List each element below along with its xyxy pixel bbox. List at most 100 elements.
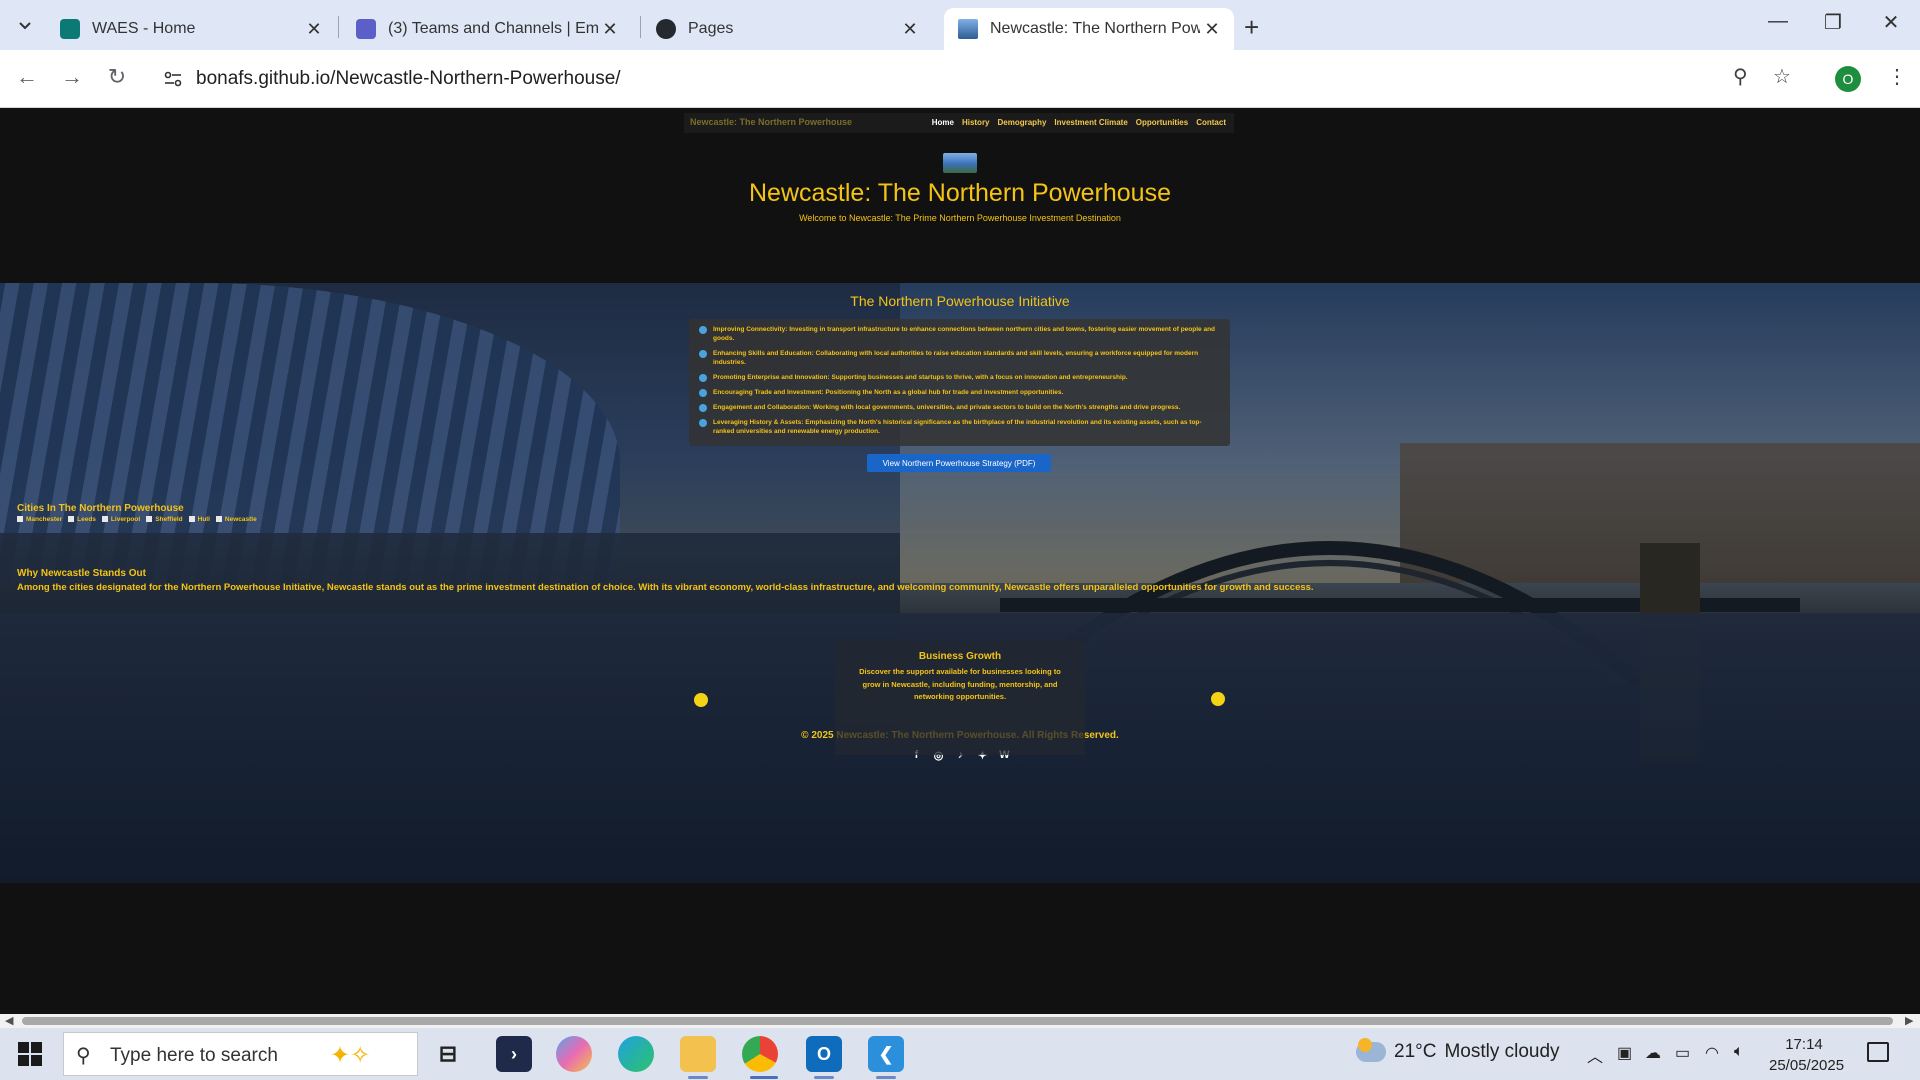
newcastle-quayside-background: The Northern Powerhouse Initiative Impro… bbox=[0, 283, 1920, 883]
copilot-icon[interactable] bbox=[556, 1036, 592, 1072]
file-explorer-icon[interactable] bbox=[680, 1036, 716, 1072]
close-tab-icon[interactable]: ✕ bbox=[304, 19, 324, 40]
chevron-up-icon[interactable]: ︿ bbox=[1587, 1043, 1603, 1067]
page-subtitle: Welcome to Newcastle: The Prime Northern… bbox=[799, 213, 1121, 223]
wifi-icon[interactable]: ◠ bbox=[1705, 1043, 1719, 1063]
address-bar[interactable]: bonafs.github.io/Newcastle-Northern-Powe… bbox=[152, 57, 1782, 101]
tab-teams[interactable]: (3) Teams and Channels | Emplo ✕ bbox=[342, 8, 632, 50]
city-item: Leeds bbox=[68, 516, 96, 523]
running-indicator bbox=[688, 1076, 708, 1079]
notification-icon[interactable] bbox=[1867, 1042, 1889, 1062]
zoom-icon[interactable]: ⚲ bbox=[1733, 64, 1748, 89]
weather-widget[interactable]: 21°C Mostly cloudy bbox=[1356, 1038, 1560, 1063]
site-navbar: Newcastle: The Northern Powerhouse Home … bbox=[684, 113, 1234, 133]
weather-desc: Mostly cloudy bbox=[1444, 1041, 1560, 1062]
volume-icon[interactable]: 🔈︎ bbox=[1734, 1043, 1744, 1061]
chrome-icon[interactable] bbox=[742, 1036, 778, 1072]
meet-now-icon[interactable]: ▣ bbox=[1617, 1043, 1632, 1063]
city-item: Newcastle bbox=[215, 516, 257, 523]
hero-logo-image bbox=[943, 153, 977, 173]
task-view-icon[interactable]: ⊟ bbox=[430, 1036, 466, 1072]
list-item: Enhancing Skills and Education: Collabor… bbox=[699, 349, 1220, 367]
city-name: Manchester bbox=[26, 516, 63, 523]
new-tab-button[interactable]: + bbox=[1244, 12, 1259, 43]
active-indicator bbox=[750, 1076, 778, 1079]
tab-separator bbox=[338, 16, 339, 38]
scroll-left-icon[interactable]: ◀ bbox=[5, 1014, 13, 1027]
bookmark-star-icon[interactable]: ☆ bbox=[1773, 64, 1791, 89]
minimize-icon[interactable]: — bbox=[1763, 10, 1793, 33]
nav-link-home[interactable]: Home bbox=[932, 118, 954, 127]
close-tab-icon[interactable]: ✕ bbox=[1202, 19, 1222, 40]
taskbar-search[interactable]: ⚲ Type here to search ✦✧ bbox=[63, 1032, 418, 1076]
restore-icon[interactable]: ❐ bbox=[1818, 10, 1848, 35]
city-item: Liverpool bbox=[101, 516, 141, 523]
globe-icon bbox=[699, 419, 707, 427]
tab-pages[interactable]: Pages ✕ bbox=[642, 8, 932, 50]
why-heading: Why Newcastle Stands Out bbox=[17, 568, 146, 579]
scrollbar-thumb[interactable] bbox=[22, 1017, 1893, 1025]
cities-list: Manchester Leeds Liverpool Sheffield Hul… bbox=[17, 516, 257, 523]
city-item: Hull bbox=[188, 516, 210, 523]
horizontal-scrollbar[interactable]: ◀ ▶ bbox=[0, 1014, 1920, 1028]
tab-title: Pages bbox=[688, 20, 734, 37]
globe-icon bbox=[699, 326, 707, 334]
menu-kebab-icon[interactable]: ⋮ bbox=[1887, 64, 1907, 89]
business-growth-card[interactable]: Business Growth Discover the support ava… bbox=[835, 641, 1085, 755]
flag-icon bbox=[68, 516, 75, 522]
tab-search-button[interactable] bbox=[12, 13, 38, 39]
search-placeholder: Type here to search bbox=[110, 1045, 278, 1066]
list-item-text: Improving Connectivity: Investing in tra… bbox=[713, 326, 1216, 342]
site-favicon bbox=[958, 19, 978, 39]
forward-icon[interactable]: → bbox=[57, 64, 87, 90]
list-item: Engagement and Collaboration: Working wi… bbox=[699, 403, 1220, 412]
list-item-text: Enhancing Skills and Education: Collabor… bbox=[713, 350, 1199, 366]
nav-link-demography[interactable]: Demography bbox=[998, 118, 1047, 127]
carousel-next-dot[interactable] bbox=[1211, 692, 1225, 706]
close-tab-icon[interactable]: ✕ bbox=[600, 19, 620, 40]
card-text: Discover the support available for busin… bbox=[859, 667, 1061, 701]
nav-link-history[interactable]: History bbox=[962, 118, 990, 127]
view-strategy-pdf-button[interactable]: View Northern Powerhouse Strategy (PDF) bbox=[867, 454, 1051, 472]
globe-icon bbox=[699, 389, 707, 397]
cities-heading: Cities In The Northern Powerhouse bbox=[17, 503, 184, 514]
card-title: Business Growth bbox=[918, 651, 1002, 662]
tab-newcastle[interactable]: Newcastle: The Northern Power ✕ bbox=[944, 8, 1234, 50]
github-icon bbox=[656, 19, 676, 39]
tab-title: WAES - Home bbox=[92, 20, 196, 37]
powershell-icon[interactable]: › bbox=[496, 1036, 532, 1072]
site-brand[interactable]: Newcastle: The Northern Powerhouse bbox=[690, 117, 852, 127]
nav-link-investment-climate[interactable]: Investment Climate bbox=[1054, 118, 1127, 127]
flag-icon bbox=[188, 516, 195, 522]
why-paragraph: Among the cities designated for the Nort… bbox=[17, 582, 1314, 593]
scroll-right-icon[interactable]: ▶ bbox=[1905, 1014, 1913, 1027]
onedrive-icon[interactable]: ☁ bbox=[1645, 1043, 1661, 1063]
close-window-icon[interactable]: ✕ bbox=[1876, 10, 1906, 35]
city-name: Hull bbox=[197, 516, 210, 523]
globe-icon bbox=[699, 404, 707, 412]
battery-icon[interactable]: ▭ bbox=[1675, 1043, 1690, 1063]
carousel-prev-dot[interactable] bbox=[694, 693, 708, 707]
windows-taskbar: ⚲ Type here to search ✦✧ ⊟ › O ❮ 21°C Mo… bbox=[0, 1028, 1920, 1080]
city-name: Liverpool bbox=[110, 516, 141, 523]
sharepoint-icon bbox=[60, 19, 80, 39]
flag-icon bbox=[17, 516, 23, 522]
nav-link-contact[interactable]: Contact bbox=[1196, 118, 1226, 127]
windows-start-icon[interactable] bbox=[18, 1042, 42, 1066]
edge-icon[interactable] bbox=[618, 1036, 654, 1072]
list-item-text: Leveraging History & Assets: Emphasizing… bbox=[713, 419, 1202, 435]
vscode-icon[interactable]: ❮ bbox=[868, 1036, 904, 1072]
outlook-icon[interactable]: O bbox=[806, 1036, 842, 1072]
site-nav-links: Home History Demography Investment Clima… bbox=[932, 118, 1226, 127]
site-info-icon[interactable] bbox=[162, 68, 184, 90]
tab-waes-home[interactable]: WAES - Home ✕ bbox=[46, 8, 336, 50]
close-tab-icon[interactable]: ✕ bbox=[900, 19, 920, 40]
back-icon[interactable]: ← bbox=[12, 64, 42, 90]
initiative-list: Improving Connectivity: Investing in tra… bbox=[689, 319, 1230, 446]
page-title: Newcastle: The Northern Powerhouse bbox=[749, 179, 1171, 207]
profile-avatar[interactable]: O bbox=[1835, 66, 1861, 92]
city-name: Sheffield bbox=[155, 516, 183, 523]
reload-icon[interactable]: ↻ bbox=[102, 64, 132, 90]
nav-link-opportunities[interactable]: Opportunities bbox=[1136, 118, 1188, 127]
taskbar-clock[interactable]: 17:14 25/05/2025 bbox=[1769, 1034, 1844, 1076]
